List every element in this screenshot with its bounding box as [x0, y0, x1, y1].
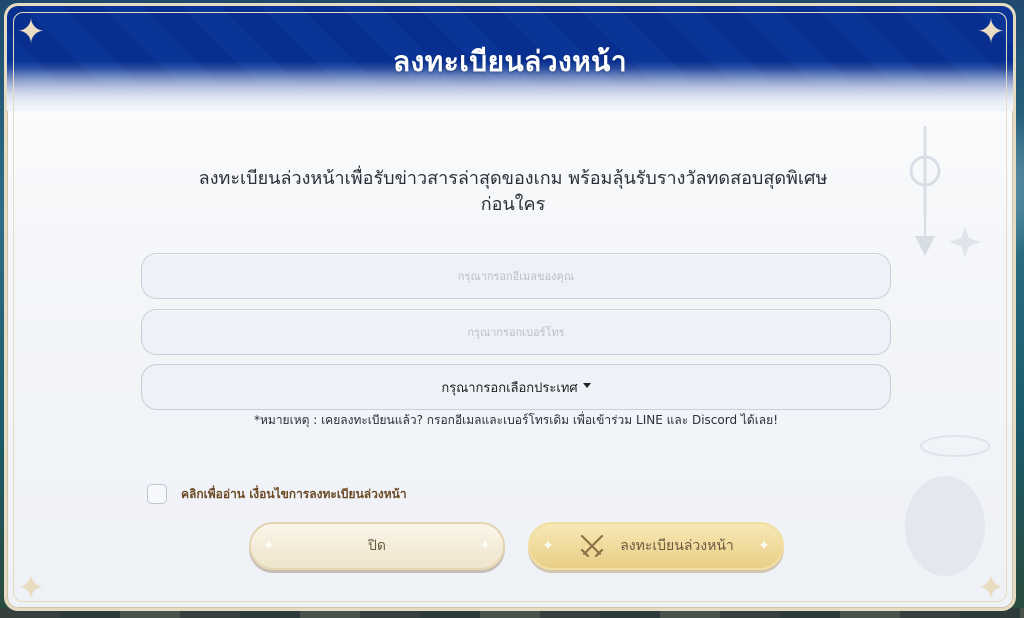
preregister-button[interactable]: ✦ ลงทะเบียนล่วงหน้า ✦	[528, 522, 784, 570]
sparkle-icon: ✦	[758, 538, 770, 554]
modal-title: ลงทะเบียนล่วงหน้า	[392, 45, 628, 78]
decorative-moon-ornament-icon	[905, 126, 990, 576]
corner-star-icon: ✦	[16, 568, 46, 608]
terms-link[interactable]: คลิกเพื่ออ่าน เงื่อนไขการลงทะเบียนล่วงหน…	[181, 485, 407, 504]
preregister-modal: ✦ ✦ ✦ ✦ ลงทะเบียนล่วงหน้า ลงทะเบียนล่วงห…	[4, 3, 1016, 611]
email-field[interactable]	[141, 253, 891, 299]
close-button[interactable]: ✦ ปิด ✦	[249, 522, 505, 570]
caret-down-icon	[582, 382, 591, 388]
subtitle-line: ลงทะเบียนล่วงหน้าเพื่อรับข่าวสารล่าสุดขอ…	[198, 168, 828, 189]
terms-row: คลิกเพื่ออ่าน เงื่อนไขการลงทะเบียนล่วงหน…	[147, 484, 407, 504]
modal-subtitle: ลงทะเบียนล่วงหน้าเพื่อรับข่าวสารล่าสุดขอ…	[127, 166, 899, 218]
registration-note: *หมายเหตุ : เคยลงทะเบียนแล้ว? กรอกอีเมลแ…	[254, 413, 778, 427]
terms-checkbox[interactable]	[147, 484, 167, 504]
sparkle-icon: ✦	[542, 538, 554, 554]
sparkle-icon: ✦	[479, 538, 491, 554]
country-select[interactable]: กรุณากรอกเลือกประเทศ	[141, 364, 891, 410]
preregister-button-label: ลงทะเบียนล่วงหน้า	[620, 538, 734, 554]
phone-field[interactable]	[141, 309, 891, 355]
sparkle-icon: ✦	[263, 538, 275, 554]
country-select-label: กรุณากรอกเลือกประเทศ	[441, 380, 578, 396]
crossed-swords-icon	[581, 534, 604, 558]
close-button-label: ปิด	[368, 538, 386, 554]
subtitle-line: ก่อนใคร	[480, 194, 546, 215]
